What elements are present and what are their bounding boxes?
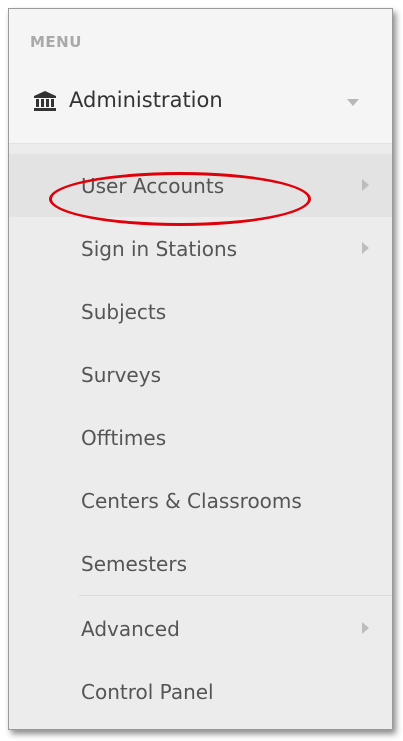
submenu-item-label: Subjects <box>81 300 167 324</box>
submenu-item-label: Surveys <box>81 363 161 387</box>
submenu: User Accounts Sign in Stations Subjects … <box>9 143 392 729</box>
submenu-item-control-panel[interactable]: Control Panel <box>9 660 392 723</box>
chevron-right-icon <box>362 179 369 191</box>
submenu-item-label: Advanced <box>81 617 180 641</box>
submenu-item-subjects[interactable]: Subjects <box>9 280 392 343</box>
submenu-item-advanced[interactable]: Advanced <box>9 597 392 660</box>
submenu-item-label: Sign in Stations <box>81 237 238 261</box>
menu-header: MENU <box>30 33 82 51</box>
section-label: Administration <box>69 88 223 112</box>
submenu-divider <box>79 595 392 596</box>
submenu-item-sign-in-stations[interactable]: Sign in Stations <box>9 217 392 280</box>
submenu-item-label: User Accounts <box>81 174 225 198</box>
chevron-right-icon <box>362 242 369 254</box>
section-administration[interactable]: Administration <box>9 71 392 133</box>
chevron-right-icon <box>362 622 369 634</box>
submenu-item-semesters[interactable]: Semesters <box>9 532 392 595</box>
submenu-item-user-accounts[interactable]: User Accounts <box>9 154 392 217</box>
submenu-item-offtimes[interactable]: Offtimes <box>9 406 392 469</box>
submenu-item-label: Centers & Classrooms <box>81 489 302 513</box>
submenu-item-surveys[interactable]: Surveys <box>9 343 392 406</box>
bank-icon <box>34 91 56 111</box>
chevron-down-icon[interactable] <box>347 99 359 106</box>
submenu-item-centers-classrooms[interactable]: Centers & Classrooms <box>9 469 392 532</box>
sidebar-panel: MENU Administration User Accounts Sign i… <box>8 8 393 730</box>
submenu-item-label: Control Panel <box>81 680 214 704</box>
submenu-item-label: Offtimes <box>81 426 167 450</box>
submenu-item-label: Semesters <box>81 552 187 576</box>
